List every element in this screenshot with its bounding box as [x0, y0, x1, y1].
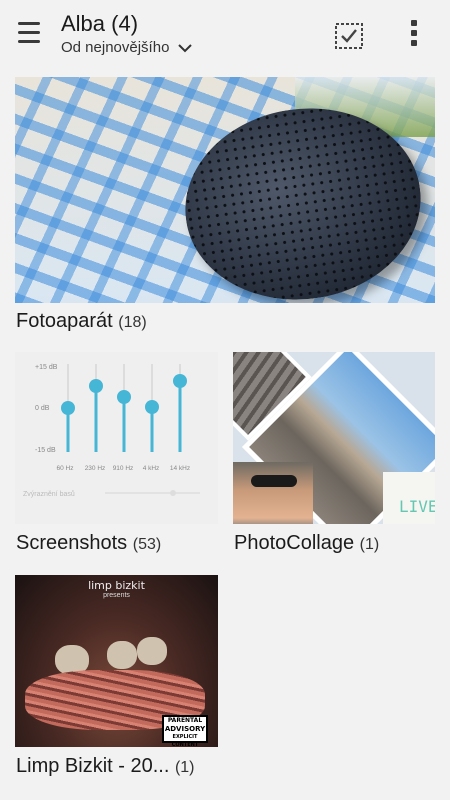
app-bar: Alba (4) Od nejnovějšího	[0, 0, 450, 66]
album-card-screenshots[interactable]: +15 dB 0 dB -15 dB 60 Hz 230 Hz 910 Hz 4…	[15, 352, 218, 562]
album-name: Fotoaparát	[16, 310, 113, 332]
hamburger-icon[interactable]	[18, 22, 40, 46]
freq-label: 910 Hz	[113, 465, 134, 472]
sort-label: Od nejnovějšího	[61, 39, 170, 56]
album-name: Screenshots	[16, 532, 128, 554]
select-all-icon[interactable]	[334, 20, 364, 50]
album-label: Fotoaparát (18)	[16, 310, 147, 333]
freq-label: 4 kHz	[143, 465, 160, 472]
parental-advisory-label: PARENTAL ADVISORY EXPLICIT CONTENT	[162, 715, 208, 747]
freq-label: 14 kHz	[170, 465, 190, 472]
album-thumbnail: LIVE	[233, 352, 435, 524]
album-card-camera[interactable]: Fotoaparát (18)	[15, 77, 435, 337]
album-count: (53)	[132, 536, 162, 553]
album-card-photocollage[interactable]: LIVE PhotoCollage (1)	[233, 352, 435, 562]
album-count: (1)	[359, 536, 380, 553]
chevron-down-icon	[178, 43, 193, 52]
more-vert-icon[interactable]	[408, 20, 420, 50]
db-label: 0 dB	[35, 405, 50, 412]
album-label: Screenshots (53)	[16, 532, 161, 555]
db-label: +15 dB	[35, 364, 58, 371]
freq-label: 60 Hz	[57, 465, 74, 472]
album-label: PhotoCollage (1)	[234, 532, 379, 555]
album-art-presents: presents	[103, 592, 130, 599]
album-name: Limp Bizkit - 20...	[16, 755, 170, 777]
album-card-limp-bizkit[interactable]: limp bizkit presents PARENTAL ADVISORY E…	[15, 575, 218, 785]
album-thumbnail	[15, 77, 435, 303]
collage-text: LIVE	[399, 497, 435, 516]
album-label: Limp Bizkit - 20... (1)	[16, 755, 195, 778]
album-art-band: limp bizkit	[88, 579, 145, 592]
db-label: -15 dB	[35, 447, 56, 454]
album-count: (1)	[174, 759, 195, 776]
album-thumbnail: +15 dB 0 dB -15 dB 60 Hz 230 Hz 910 Hz 4…	[15, 352, 218, 524]
album-thumbnail: limp bizkit presents PARENTAL ADVISORY E…	[15, 575, 218, 747]
sort-dropdown[interactable]: Od nejnovějšího	[61, 39, 193, 56]
album-count: (18)	[118, 314, 147, 331]
freq-label: 230 Hz	[85, 465, 106, 472]
bass-label: Zvýraznění basů	[23, 490, 75, 498]
album-name: PhotoCollage	[234, 532, 355, 554]
page-title: Alba (4)	[61, 11, 139, 36]
